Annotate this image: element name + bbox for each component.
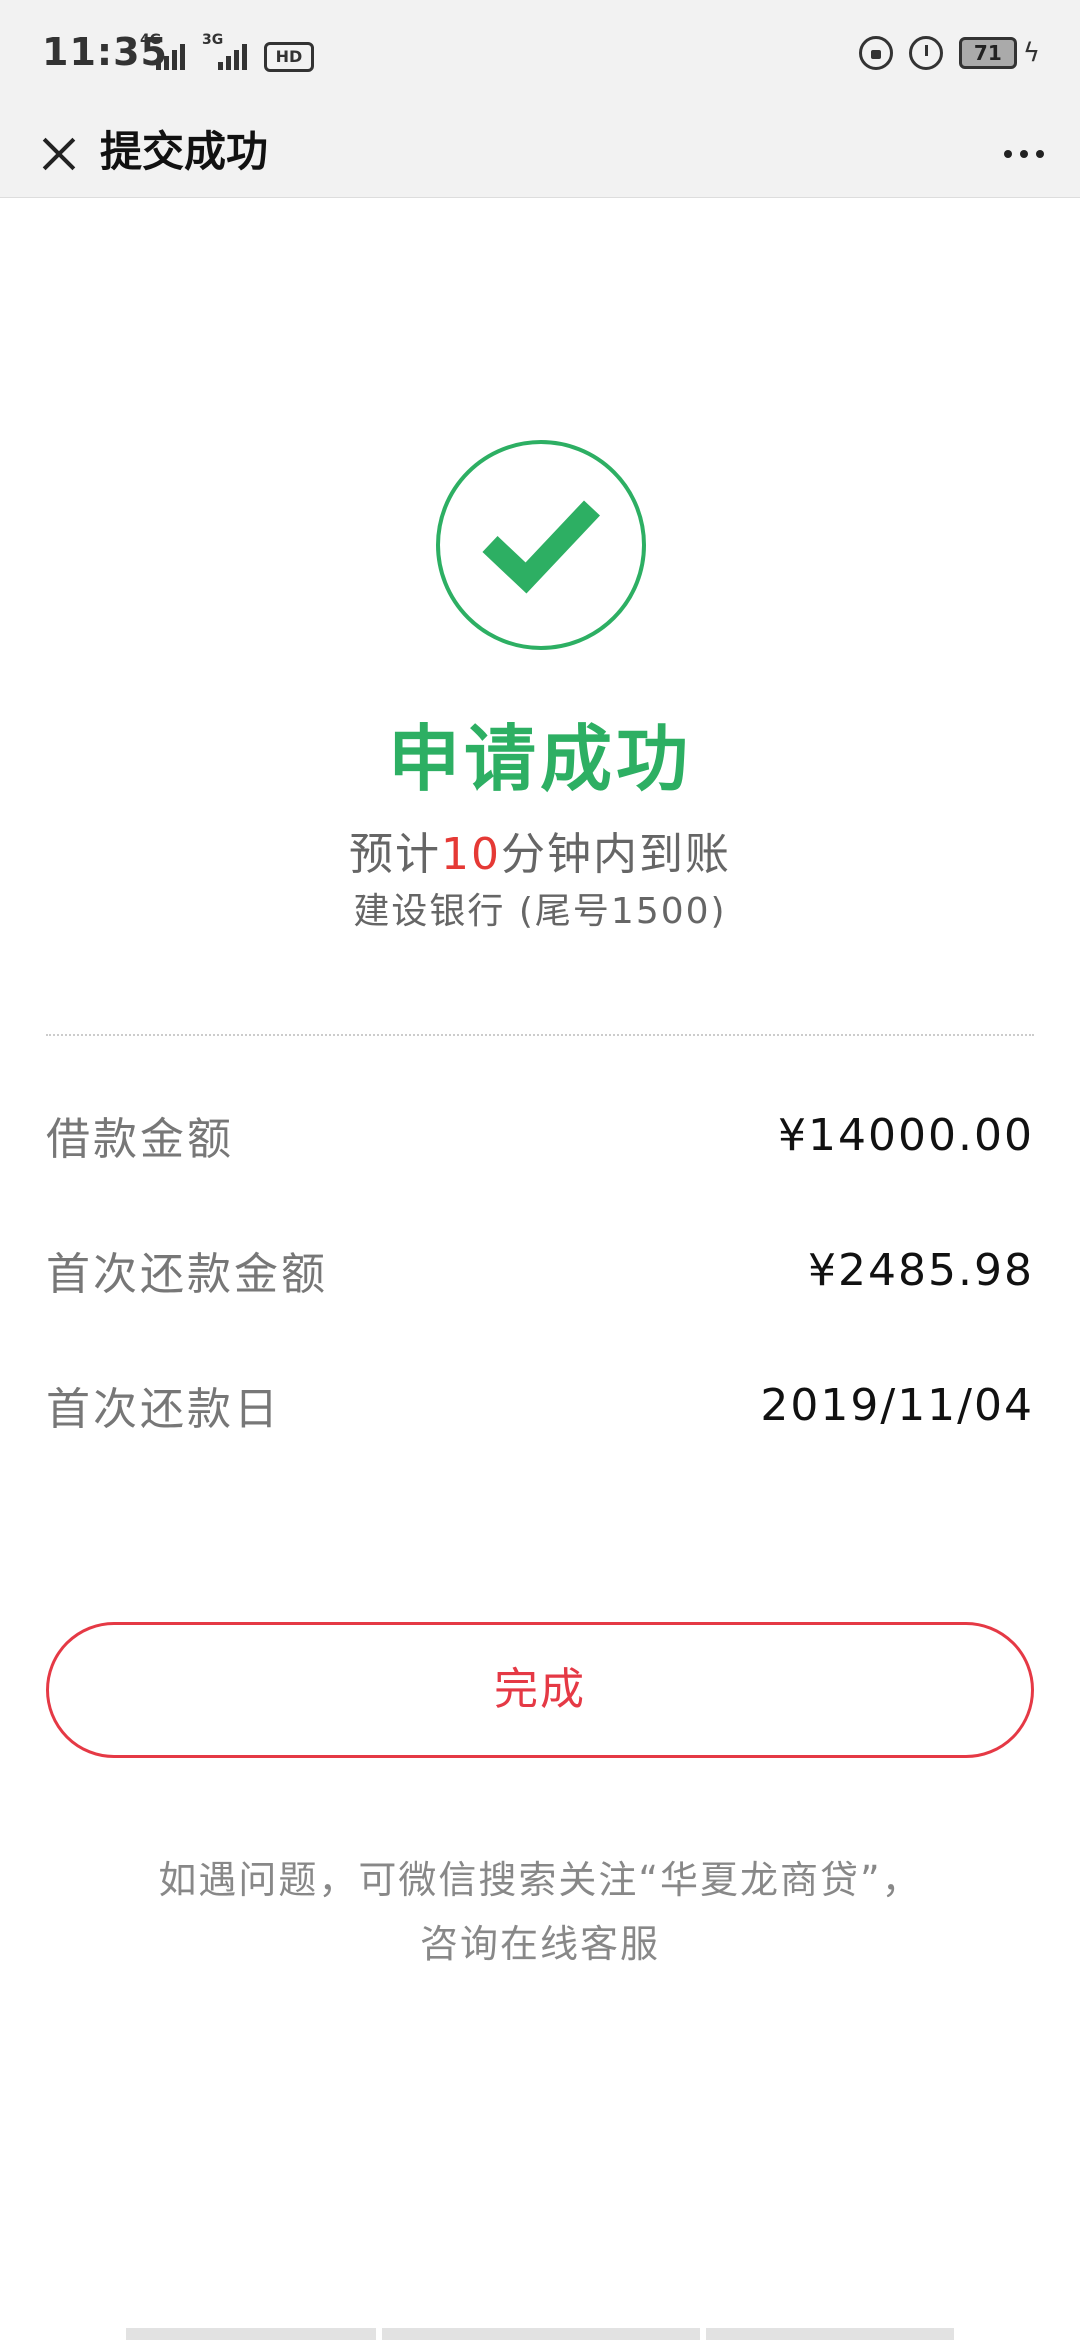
eta-suffix: 分钟内到账	[501, 829, 731, 880]
nav-gesture-bar	[126, 2328, 376, 2340]
bank-info: 建设银行 (尾号1500)	[353, 891, 727, 932]
more-icon[interactable]	[994, 126, 1054, 182]
help-line-2: 咨询在线客服	[419, 1922, 660, 1966]
success-title: 申请成功	[387, 717, 692, 801]
check-circle-icon	[436, 440, 646, 650]
hd-icon: HD	[264, 42, 314, 72]
detail-label: 首次还款日	[46, 1384, 281, 1435]
nav-bar: 提交成功	[0, 110, 1080, 198]
eta-number: 10	[441, 829, 501, 880]
network-indicators: 4G 3G HD	[140, 32, 314, 72]
help-line-1: 如遇问题，可微信搜索关注“华夏龙商贷”，	[158, 1858, 922, 1902]
detail-row-first-repayment-date: 首次还款日 2019/11/04	[46, 1370, 1034, 1440]
status-bar: 11:35 4G 3G HD 71 ϟ	[0, 0, 1080, 110]
detail-row-loan-amount: 借款金额 ¥14000.00	[46, 1100, 1034, 1170]
nav-gesture-bar	[382, 2328, 700, 2340]
close-icon[interactable]	[30, 124, 90, 184]
lock-rotation-icon	[858, 36, 893, 70]
eta-text: 预计10分钟内到账	[0, 818, 1080, 882]
signal-icon: 4G	[140, 32, 194, 72]
detail-value: 2019/11/04	[760, 1379, 1034, 1431]
detail-value: ¥2485.98	[808, 1244, 1034, 1296]
eta-prefix: 预计	[349, 829, 441, 880]
detail-value: ¥14000.00	[778, 1109, 1034, 1161]
signal-icon: 3G	[202, 32, 256, 72]
help-text: 如遇问题，可微信搜索关注“华夏龙商贷”， 咨询在线客服	[0, 1848, 1080, 1976]
detail-row-first-repayment-amount: 首次还款金额 ¥2485.98	[46, 1235, 1034, 1305]
alarm-icon	[908, 36, 943, 70]
done-button[interactable]: 完成	[46, 1622, 1034, 1758]
divider	[46, 1034, 1034, 1036]
detail-label: 借款金额	[46, 1114, 234, 1165]
battery-icon: 71	[958, 37, 1017, 69]
detail-label: 首次还款金额	[46, 1249, 328, 1300]
page-title: 提交成功	[100, 127, 269, 176]
nav-gesture-bar	[706, 2328, 954, 2340]
charging-icon: ϟ	[1022, 38, 1040, 68]
status-right-icons: 71 ϟ	[858, 36, 1040, 70]
